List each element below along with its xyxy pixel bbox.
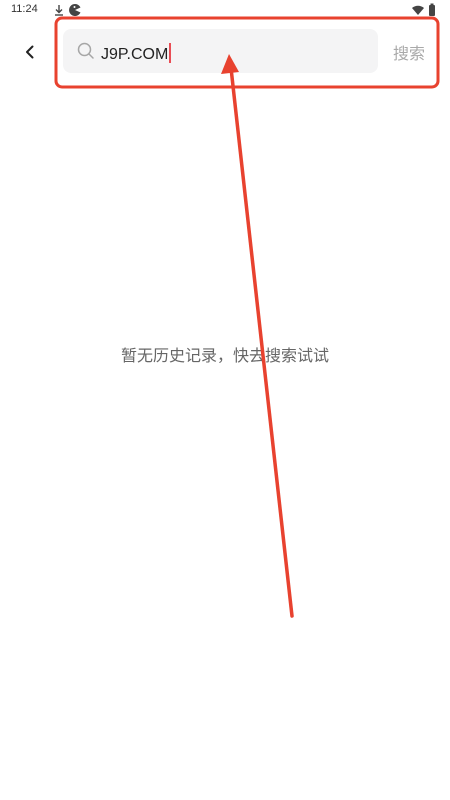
pacman-icon (69, 4, 81, 16)
status-bar: 11:24 (0, 0, 450, 20)
search-button[interactable]: 搜索 (393, 40, 425, 64)
download-icon (55, 5, 63, 16)
search-box[interactable]: J9P.COM (63, 29, 378, 73)
back-button[interactable] (16, 38, 44, 66)
search-input-value: J9P.COM (101, 46, 169, 63)
wifi-icon (412, 5, 424, 15)
text-caret (169, 43, 172, 63)
annotation-overlay (54, 16, 440, 618)
battery-icon (429, 3, 435, 16)
search-input[interactable]: J9P.COM (101, 43, 172, 64)
status-time: 11:24 (11, 3, 38, 15)
annotation-arrow (221, 54, 294, 618)
empty-history-message: 暂无历史记录，快去搜索试试 (120, 346, 329, 365)
search-icon (77, 42, 94, 59)
chevron-left-icon (26, 45, 34, 59)
